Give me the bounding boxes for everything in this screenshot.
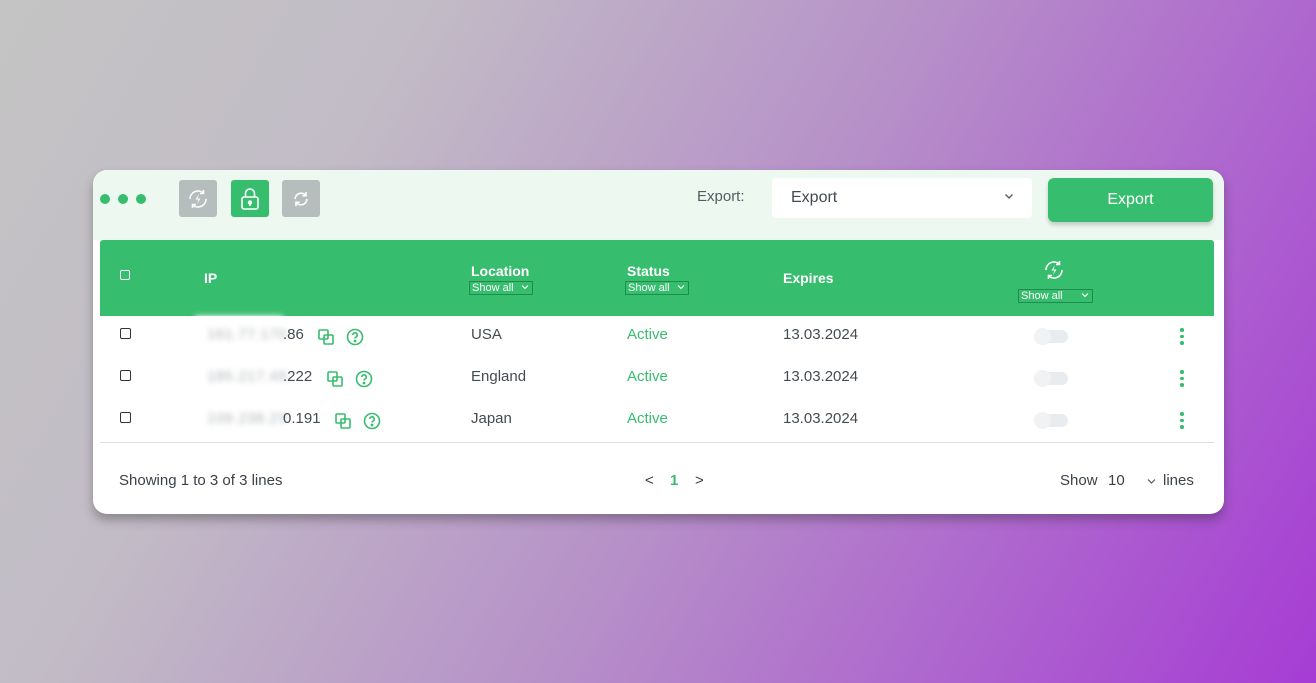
ip-blur-mask: 109.238.23	[195, 400, 288, 442]
expires-cell: 13.03.2024	[783, 368, 859, 385]
row-checkbox[interactable]	[120, 370, 131, 381]
show-label: Show	[1060, 472, 1098, 489]
location-filter-value: Show all	[472, 282, 514, 294]
export-label: Export:	[697, 188, 745, 205]
table-row: 161.77.170 .86 USA Active 13.03.2024	[100, 316, 1214, 358]
window-dot	[100, 194, 110, 204]
toolbar: Export: Export Export	[93, 170, 1224, 240]
current-page[interactable]: 1	[670, 472, 678, 489]
location-cell: USA	[471, 326, 502, 343]
refresh-icon	[294, 191, 308, 206]
table-row: 185.217.49 .222 England Active 13.03.202…	[100, 358, 1214, 400]
rotation-filter[interactable]: Show all	[1018, 289, 1093, 303]
location-filter[interactable]: Show all	[469, 281, 533, 295]
status-badge: Active	[627, 326, 668, 343]
rotation-filter-value: Show all	[1021, 290, 1063, 302]
lightning-rotate-icon	[1045, 261, 1063, 279]
lock-icon	[241, 187, 259, 210]
export-select[interactable]: Export	[772, 178, 1032, 218]
table-row: 109.238.23 0.191 Japan Active 13.03.2024	[100, 400, 1214, 442]
status-badge: Active	[627, 368, 668, 385]
ip-blur-mask: 161.77.170	[195, 316, 288, 358]
lines-label: lines	[1163, 472, 1194, 489]
rotation-toggle[interactable]	[1034, 412, 1068, 429]
column-ip: IP	[204, 270, 218, 286]
chevron-down-icon	[1081, 293, 1089, 298]
rotation-toggle[interactable]	[1034, 328, 1068, 345]
ip-blur-mask: 185.217.49	[195, 358, 288, 400]
chevron-down-icon[interactable]	[1147, 478, 1156, 485]
prev-page-button[interactable]: <	[645, 472, 654, 489]
more-options-icon[interactable]	[1180, 370, 1184, 390]
more-options-icon[interactable]	[1180, 412, 1184, 432]
help-icon[interactable]	[346, 328, 364, 346]
expires-cell: 13.03.2024	[783, 410, 859, 427]
row-checkbox[interactable]	[120, 328, 131, 339]
ip-address: .222	[283, 368, 313, 385]
location-cell: England	[471, 368, 527, 385]
column-expires: Expires	[783, 270, 834, 286]
status-filter[interactable]: Show all	[625, 281, 689, 295]
table-header: IP Location Show all Status Show all Exp…	[100, 240, 1214, 316]
lock-button[interactable]	[231, 180, 269, 217]
status-filter-value: Show all	[628, 282, 670, 294]
status-badge: Active	[627, 410, 668, 427]
ip-address: .86	[283, 326, 304, 343]
copy-icon[interactable]	[326, 370, 344, 388]
chevron-down-icon	[677, 285, 685, 290]
column-location: Location	[471, 263, 530, 279]
select-all-checkbox[interactable]	[120, 270, 130, 280]
chevron-down-icon	[521, 285, 529, 290]
proxy-table-window: Export: Export Export IP Location Show a…	[93, 170, 1224, 514]
help-icon[interactable]	[363, 412, 381, 430]
pagination-summary: Showing 1 to 3 of 3 lines	[119, 472, 283, 489]
expires-cell: 13.03.2024	[783, 326, 859, 343]
ip-hidden-part: 109.238.23	[207, 410, 288, 427]
copy-icon[interactable]	[317, 328, 335, 346]
row-checkbox[interactable]	[120, 412, 131, 423]
ip-hidden-part: 185.217.49	[207, 368, 288, 385]
rotation-toggle[interactable]	[1034, 370, 1068, 387]
ip-hidden-part: 161.77.170	[207, 326, 288, 343]
refresh-button[interactable]	[282, 180, 320, 217]
window-dot	[136, 194, 146, 204]
per-page-select[interactable]: 10	[1108, 472, 1125, 489]
export-select-value: Export	[791, 189, 838, 206]
window-dot	[118, 194, 128, 204]
next-page-button[interactable]: >	[695, 472, 704, 489]
more-options-icon[interactable]	[1180, 328, 1184, 348]
column-status: Status	[627, 263, 670, 279]
table-divider	[100, 442, 1214, 443]
export-button[interactable]: Export	[1048, 178, 1213, 222]
location-cell: Japan	[471, 410, 512, 427]
help-icon[interactable]	[355, 370, 373, 388]
rotation-button[interactable]	[179, 180, 217, 217]
lightning-rotate-icon	[189, 189, 207, 208]
ip-address: 0.191	[283, 410, 321, 427]
copy-icon[interactable]	[334, 412, 352, 430]
chevron-down-icon	[1005, 194, 1013, 199]
